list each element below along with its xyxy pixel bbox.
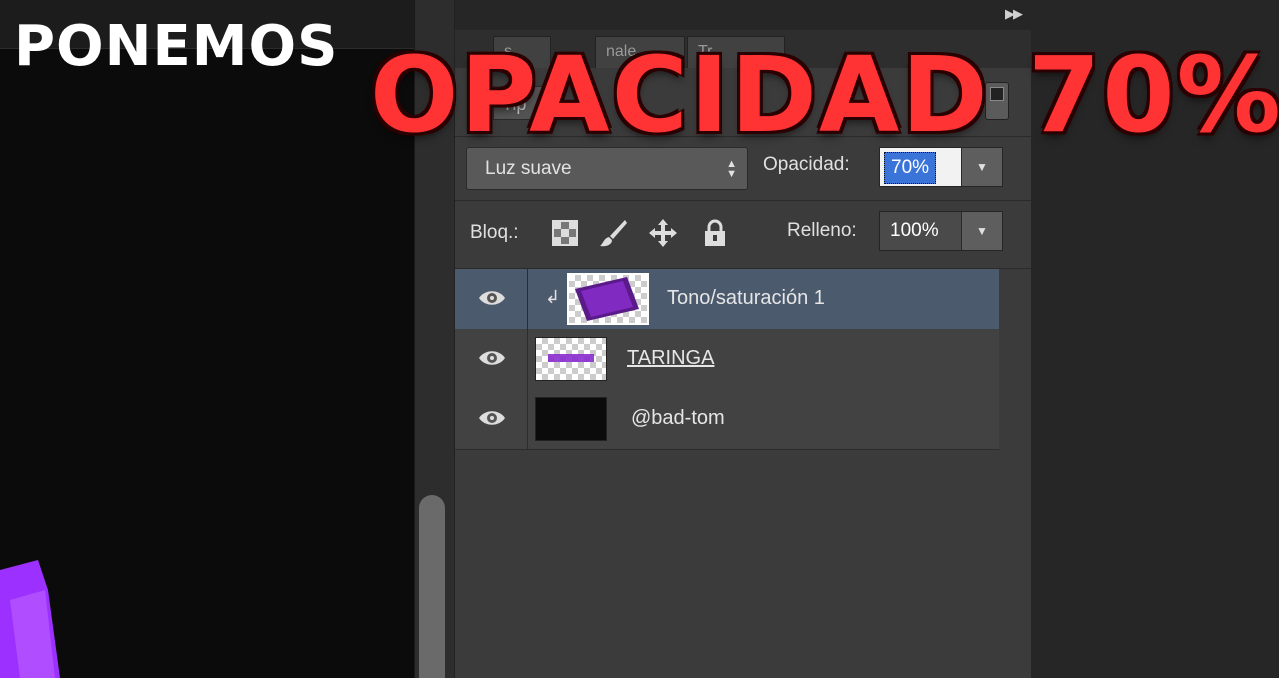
layers-empty-area[interactable] bbox=[455, 450, 999, 678]
eye-icon[interactable] bbox=[477, 347, 507, 369]
layer-thumbnail[interactable] bbox=[535, 337, 607, 381]
layer-name[interactable]: Tono/saturación 1 bbox=[667, 287, 825, 310]
blend-mode-value: Luz suave bbox=[485, 158, 572, 179]
lock-transparent-pixels-icon[interactable] bbox=[550, 218, 580, 248]
headline-white: PONEMOS bbox=[14, 14, 339, 79]
fill-dropdown-icon[interactable]: ▼ bbox=[961, 212, 1002, 250]
layer-row-background[interactable]: @bad-tom bbox=[455, 389, 999, 450]
layer-name[interactable]: @bad-tom bbox=[631, 407, 725, 430]
clipping-mask-arrow-icon: ↲ bbox=[545, 287, 561, 307]
headline-red: OPACIDAD 70% bbox=[370, 34, 1279, 156]
collapse-panel-icon[interactable]: ▶▶ bbox=[1005, 6, 1023, 22]
visibility-cell[interactable] bbox=[455, 329, 528, 389]
fill-label: Relleno: bbox=[787, 220, 857, 241]
scrollbar-thumb[interactable] bbox=[419, 495, 445, 678]
visibility-cell[interactable] bbox=[455, 269, 528, 329]
lock-row: Bloq.: Relleno: 100% ▼ bbox=[455, 200, 1031, 269]
adjustment-mask-thumbnail[interactable] bbox=[567, 273, 649, 325]
opacity-label: Opacidad: bbox=[763, 154, 850, 175]
layer-row-hue-saturation[interactable]: ↲ Tono/saturación 1 bbox=[455, 269, 999, 330]
text-thumbnail-icon bbox=[548, 354, 594, 362]
eye-icon[interactable] bbox=[477, 287, 507, 309]
layer-row-taringa[interactable]: TARINGA bbox=[455, 329, 999, 390]
layer-thumbnail[interactable] bbox=[535, 397, 607, 441]
layer-name[interactable]: TARINGA bbox=[627, 347, 714, 370]
fill-value[interactable]: 100% bbox=[880, 212, 939, 250]
lock-image-pixels-icon[interactable] bbox=[598, 218, 628, 248]
panel-header: ▶▶ bbox=[455, 0, 1031, 30]
opacity-value[interactable]: 70% bbox=[884, 152, 937, 184]
lock-all-icon[interactable] bbox=[700, 218, 730, 248]
fill-input[interactable]: 100% ▼ bbox=[879, 211, 1003, 251]
lock-label: Bloq.: bbox=[470, 222, 519, 243]
lock-position-icon[interactable] bbox=[648, 218, 678, 248]
mask-shape-icon bbox=[575, 277, 639, 321]
eye-icon[interactable] bbox=[477, 407, 507, 429]
purple-artwork-fragment bbox=[0, 560, 60, 678]
visibility-cell[interactable] bbox=[455, 389, 528, 449]
document-canvas[interactable] bbox=[0, 0, 415, 678]
